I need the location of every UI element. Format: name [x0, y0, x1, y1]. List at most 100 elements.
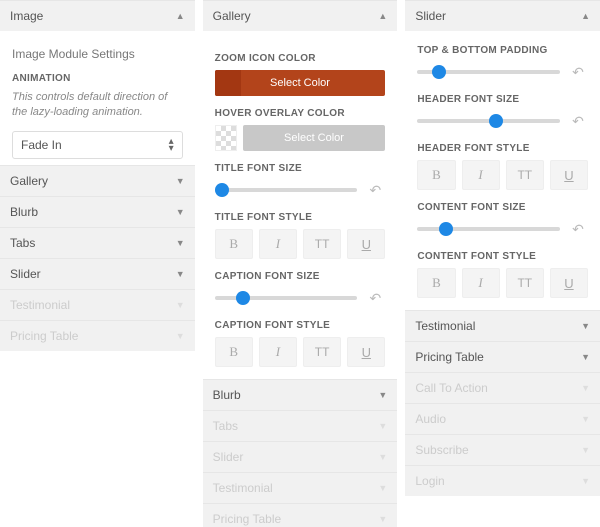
italic-button[interactable]: I [462, 160, 500, 190]
transparency-swatch [215, 125, 237, 151]
underline-button[interactable]: U [347, 337, 385, 367]
chevron-down-icon: ▼ [378, 390, 387, 400]
chevron-down-icon: ▼ [581, 383, 590, 393]
accordion-label: Image [10, 9, 43, 23]
uppercase-button[interactable]: TT [303, 229, 341, 259]
content-font-size-slider[interactable] [417, 227, 560, 231]
accordion-audio[interactable]: Audio▼ [405, 403, 600, 434]
accordion-blurb[interactable]: Blurb▼ [203, 379, 398, 410]
chevron-down-icon: ▼ [378, 452, 387, 462]
select-updown-icon: ▴▾ [169, 138, 174, 152]
chevron-up-icon: ▲ [378, 11, 387, 21]
chevron-down-icon: ▼ [176, 331, 185, 341]
bold-button[interactable]: B [215, 229, 253, 259]
animation-label: ANIMATION [12, 73, 183, 84]
chevron-down-icon: ▼ [176, 176, 185, 186]
caption-font-style-group: B I TT U [215, 337, 386, 367]
chevron-down-icon: ▼ [581, 445, 590, 455]
reset-icon[interactable]: ↶ [365, 288, 385, 308]
column-slider: Slider ▲ TOP & BOTTOM PADDING ↶ HEADER F… [405, 0, 600, 527]
zoom-color-button[interactable]: Select Color [215, 70, 386, 96]
accordion-call-to-action[interactable]: Call To Action▼ [405, 372, 600, 403]
color-swatch [215, 70, 241, 96]
accordion-blurb[interactable]: Blurb▼ [0, 196, 195, 227]
animation-value: Fade In [21, 138, 62, 152]
reset-icon[interactable]: ↶ [365, 180, 385, 200]
underline-button[interactable]: U [347, 229, 385, 259]
uppercase-button[interactable]: TT [303, 337, 341, 367]
accordion-login[interactable]: Login▼ [405, 465, 600, 496]
header-font-style-label: HEADER FONT STYLE [417, 143, 588, 154]
accordion-pricing-table[interactable]: Pricing Table▼ [405, 341, 600, 372]
accordion-gallery[interactable]: Gallery ▲ [203, 0, 398, 31]
chevron-down-icon: ▼ [176, 300, 185, 310]
image-panel: Image Module Settings ANIMATION This con… [0, 31, 195, 165]
accordion-pricing-table[interactable]: Pricing Table▼ [0, 320, 195, 351]
underline-button[interactable]: U [550, 268, 588, 298]
italic-button[interactable]: I [259, 337, 297, 367]
accordion-testimonial[interactable]: Testimonial▼ [0, 289, 195, 320]
animation-help: This controls default direction of the l… [12, 90, 183, 121]
accordion-image[interactable]: Image ▲ [0, 0, 195, 31]
column-image: Image ▲ Image Module Settings ANIMATION … [0, 0, 195, 527]
column-gallery: Gallery ▲ ZOOM ICON COLOR Select Color H… [203, 0, 398, 527]
title-font-style-label: TITLE FONT STYLE [215, 212, 386, 223]
caption-font-style-label: CAPTION FONT STYLE [215, 320, 386, 331]
panel-title: Image Module Settings [12, 47, 183, 61]
italic-button[interactable]: I [259, 229, 297, 259]
reset-icon[interactable]: ↶ [568, 111, 588, 131]
accordion-pricing-table[interactable]: Pricing Table▼ [203, 503, 398, 527]
accordion-slider[interactable]: Slider▼ [0, 258, 195, 289]
accordion-label: Slider [415, 9, 446, 23]
accordion-tabs[interactable]: Tabs▼ [0, 227, 195, 258]
zoom-icon-color-label: ZOOM ICON COLOR [215, 53, 386, 64]
content-font-style-label: CONTENT FONT STYLE [417, 251, 588, 262]
accordion-slider[interactable]: Slider▼ [203, 441, 398, 472]
chevron-down-icon: ▼ [378, 514, 387, 524]
title-font-style-group: B I TT U [215, 229, 386, 259]
hover-color-button[interactable]: Select Color [243, 125, 386, 151]
uppercase-button[interactable]: TT [506, 160, 544, 190]
uppercase-button[interactable]: TT [506, 268, 544, 298]
slider-panel: TOP & BOTTOM PADDING ↶ HEADER FONT SIZE … [405, 31, 600, 310]
gallery-panel: ZOOM ICON COLOR Select Color HOVER OVERL… [203, 31, 398, 379]
chevron-down-icon: ▼ [581, 352, 590, 362]
accordion-slider[interactable]: Slider ▲ [405, 0, 600, 31]
accordion-subscribe[interactable]: Subscribe▼ [405, 434, 600, 465]
accordion-testimonial[interactable]: Testimonial▼ [203, 472, 398, 503]
accordion-tabs[interactable]: Tabs▼ [203, 410, 398, 441]
reset-icon[interactable]: ↶ [568, 219, 588, 239]
content-font-style-group: B I TT U [417, 268, 588, 298]
chevron-up-icon: ▲ [581, 11, 590, 21]
chevron-up-icon: ▲ [176, 11, 185, 21]
caption-font-size-label: CAPTION FONT SIZE [215, 271, 386, 282]
chevron-down-icon: ▼ [581, 414, 590, 424]
bold-button[interactable]: B [417, 160, 455, 190]
content-font-size-label: CONTENT FONT SIZE [417, 202, 588, 213]
reset-icon[interactable]: ↶ [568, 62, 588, 82]
header-font-size-label: HEADER FONT SIZE [417, 94, 588, 105]
caption-font-size-slider[interactable] [215, 296, 358, 300]
animation-select[interactable]: Fade In ▴▾ [12, 131, 183, 159]
chevron-down-icon: ▼ [378, 483, 387, 493]
accordion-label: Gallery [213, 9, 251, 23]
bold-button[interactable]: B [215, 337, 253, 367]
accordion-gallery[interactable]: Gallery▼ [0, 165, 195, 196]
title-font-size-label: TITLE FONT SIZE [215, 163, 386, 174]
chevron-down-icon: ▼ [176, 207, 185, 217]
padding-label: TOP & BOTTOM PADDING [417, 45, 588, 56]
chevron-down-icon: ▼ [581, 476, 590, 486]
chevron-down-icon: ▼ [176, 269, 185, 279]
chevron-down-icon: ▼ [581, 321, 590, 331]
padding-slider[interactable] [417, 70, 560, 74]
underline-button[interactable]: U [550, 160, 588, 190]
chevron-down-icon: ▼ [378, 421, 387, 431]
bold-button[interactable]: B [417, 268, 455, 298]
title-font-size-slider[interactable] [215, 188, 358, 192]
header-font-style-group: B I TT U [417, 160, 588, 190]
hover-overlay-color-label: HOVER OVERLAY COLOR [215, 108, 386, 119]
accordion-testimonial[interactable]: Testimonial▼ [405, 310, 600, 341]
italic-button[interactable]: I [462, 268, 500, 298]
header-font-size-slider[interactable] [417, 119, 560, 123]
chevron-down-icon: ▼ [176, 238, 185, 248]
